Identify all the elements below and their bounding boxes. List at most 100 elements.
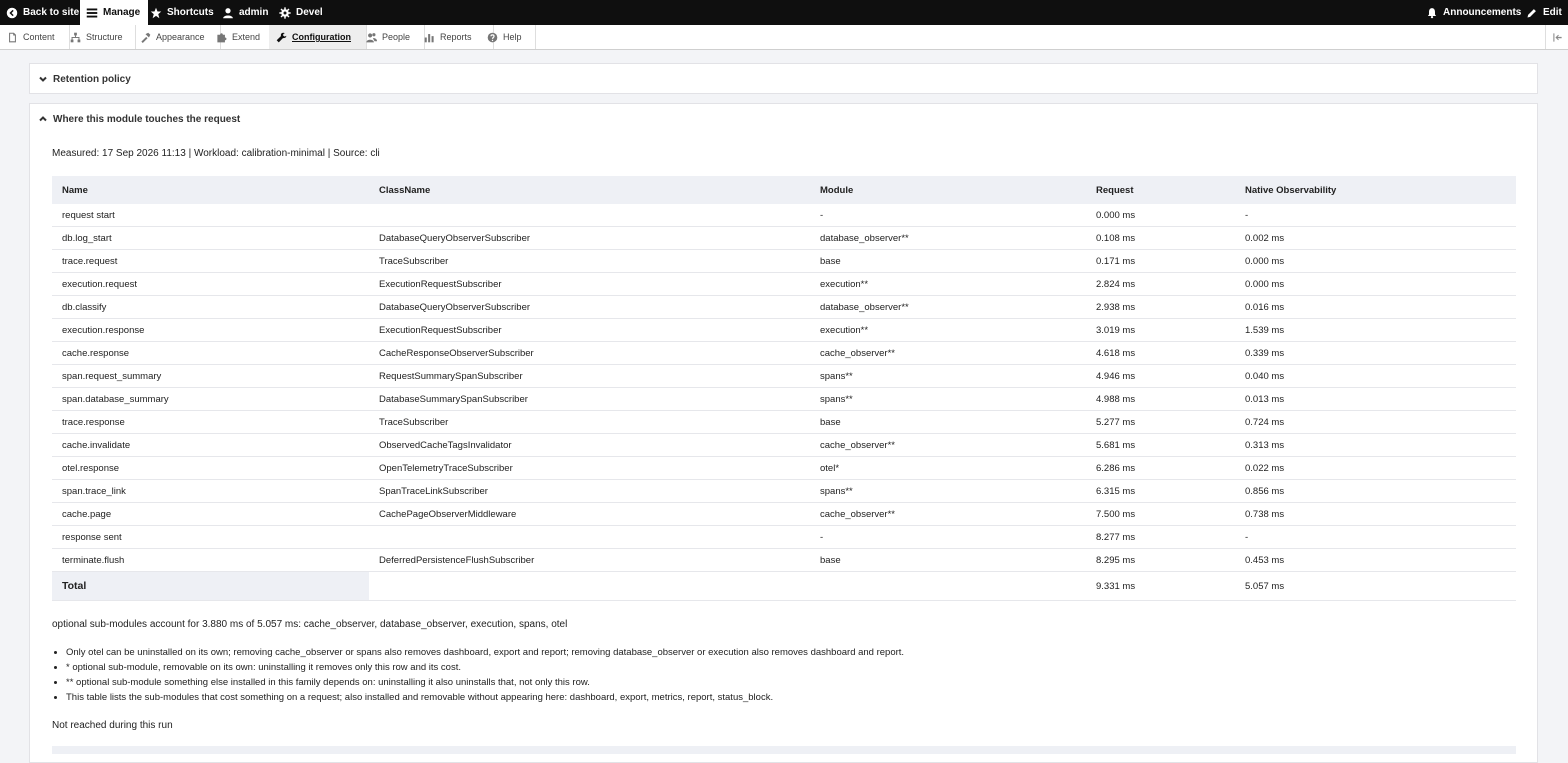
table-row: span.database_summary DatabaseSummarySpan… <box>52 387 1516 411</box>
cell-name: span.request_summary <box>52 364 369 388</box>
table-row: execution.request ExecutionRequestSubscri… <box>52 272 1516 296</box>
tray-item-appearance[interactable]: Appearance <box>136 25 221 49</box>
cell-name: otel.response <box>52 456 369 480</box>
cell-native: - <box>1235 204 1516 227</box>
cell-native: 1.539 ms <box>1235 318 1516 342</box>
table-row: trace.request TraceSubscriber base 0.171 ms… <box>52 249 1516 273</box>
table-row: cache.response CacheResponseObserverSubsc… <box>52 341 1516 365</box>
tray-item-content[interactable]: Content <box>0 25 70 49</box>
tray-orientation-toggle[interactable] <box>1545 25 1568 49</box>
cell-module: spans** <box>810 364 1086 388</box>
paint-icon <box>141 32 151 43</box>
cell-request: 4.618 ms <box>1086 341 1235 365</box>
retention-policy-panel: Retention policy <box>29 63 1538 94</box>
cell-request: 5.277 ms <box>1086 410 1235 434</box>
tray-item-structure[interactable]: Structure <box>63 25 136 49</box>
cell-classname: TraceSubscriber <box>369 410 810 434</box>
cell-name: request start <box>52 204 369 227</box>
devel-tab[interactable]: Devel <box>279 0 323 25</box>
note-item: Only otel can be uninstalled on its own;… <box>66 645 904 660</box>
cell-request: 4.988 ms <box>1086 387 1235 411</box>
pencil-icon <box>1527 8 1536 17</box>
manage-tab[interactable]: Manage <box>80 0 149 25</box>
edit-tab[interactable]: Edit <box>1526 0 1562 25</box>
table-row: cache.invalidate ObservedCacheTagsInvalid… <box>52 433 1516 457</box>
cell-name: db.classify <box>52 295 369 319</box>
shortcuts-tab[interactable]: Shortcuts <box>150 0 214 25</box>
back-arrow-icon <box>6 7 18 18</box>
cell-request: 8.277 ms <box>1086 525 1235 549</box>
retention-policy-toggle[interactable]: Retention policy <box>30 64 1537 94</box>
cell-classname: DatabaseQueryObserverSubscriber <box>369 226 810 250</box>
cell-classname <box>369 525 810 549</box>
total-label: Total <box>52 571 369 601</box>
cell-module: execution** <box>810 318 1086 342</box>
announcements-tab[interactable]: Announcements <box>1426 0 1521 25</box>
cell-name: execution.response <box>52 318 369 342</box>
cell-module: cache_observer** <box>810 502 1086 526</box>
sidebar-toggle-icon <box>1552 32 1562 42</box>
cell-module: - <box>810 525 1086 549</box>
cell-request: 6.286 ms <box>1086 456 1235 480</box>
cell-classname: DatabaseSummarySpanSubscriber <box>369 387 810 411</box>
cell-request: 6.315 ms <box>1086 479 1235 503</box>
cell-classname: DeferredPersistenceFlushSubscriber <box>369 548 810 572</box>
cell-classname: RequestSummarySpanSubscriber <box>369 364 810 388</box>
table-row: trace.response TraceSubscriber base 5.277 m… <box>52 410 1516 434</box>
admin-tray: Content Structure Appearance Extend Conf… <box>0 25 1568 50</box>
cell-native: 0.339 ms <box>1235 341 1516 365</box>
back-to-site-link[interactable]: Back to site <box>6 0 79 25</box>
cell-request: 0.000 ms <box>1086 204 1235 227</box>
column-header-name: Name <box>52 176 369 204</box>
column-header-classname: ClassName <box>369 176 810 204</box>
table-row: otel.response OpenTelemetryTraceSubscribe… <box>52 456 1516 480</box>
cell-classname: CacheResponseObserverSubscriber <box>369 341 810 365</box>
table-row: span.request_summary RequestSummarySpanSu… <box>52 364 1516 388</box>
bell-icon <box>1427 7 1437 18</box>
tray-item-help[interactable]: Help <box>486 25 536 49</box>
table-row: db.classify DatabaseQueryObserverSubscrib… <box>52 295 1516 319</box>
cell-module: spans** <box>810 387 1086 411</box>
wrench-icon <box>276 32 287 42</box>
tray-item-people[interactable]: People <box>358 25 425 49</box>
cell-classname: TraceSubscriber <box>369 249 810 273</box>
table-row: execution.response ExecutionRequestSubscr… <box>52 318 1516 342</box>
cell-module: - <box>810 204 1086 227</box>
cell-request: 8.295 ms <box>1086 548 1235 572</box>
cell-module: cache_observer** <box>810 341 1086 365</box>
cell-name: response sent <box>52 525 369 549</box>
menu-icon <box>86 8 98 17</box>
cell-name: cache.invalidate <box>52 433 369 457</box>
total-native: 5.057 ms <box>1235 571 1516 601</box>
cell-classname: ExecutionRequestSubscriber <box>369 272 810 296</box>
column-header-native-observability: Native Observability <box>1235 176 1516 204</box>
cell-request: 0.108 ms <box>1086 226 1235 250</box>
cell-name: span.trace_link <box>52 479 369 503</box>
cell-module: base <box>810 548 1086 572</box>
cell-request: 7.500 ms <box>1086 502 1235 526</box>
cell-classname <box>369 204 810 227</box>
cell-name: cache.page <box>52 502 369 526</box>
cell-module: execution** <box>810 272 1086 296</box>
cell-classname: ExecutionRequestSubscriber <box>369 318 810 342</box>
column-header-request: Request <box>1086 176 1235 204</box>
cell-native: 0.040 ms <box>1235 364 1516 388</box>
cell-classname: DatabaseQueryObserverSubscriber <box>369 295 810 319</box>
help-icon <box>487 32 498 42</box>
star-icon <box>150 7 162 18</box>
tray-item-configuration[interactable]: Configuration <box>269 25 367 49</box>
total-row: Total 9.331 ms 5.057 ms <box>52 571 1516 601</box>
cell-module: cache_observer** <box>810 433 1086 457</box>
not-reached-table-header <box>52 746 1516 754</box>
note-item: * optional sub-module, removable on its … <box>66 660 904 675</box>
cell-request: 5.681 ms <box>1086 433 1235 457</box>
notes-list: Only otel can be uninstalled on its own;… <box>52 645 904 705</box>
table-row: db.log_start DatabaseQueryObserverSubscri… <box>52 226 1516 250</box>
total-empty-cell <box>369 571 810 601</box>
user-tab[interactable]: admin <box>222 0 268 25</box>
request-touches-toggle[interactable]: Where this module touches the request <box>30 104 1537 134</box>
cell-request: 2.938 ms <box>1086 295 1235 319</box>
table-row: request start -0.000 ms - <box>52 204 1516 227</box>
table-row: cache.page CachePageObserverMiddleware cac… <box>52 502 1516 526</box>
tray-item-reports[interactable]: Reports <box>416 25 494 49</box>
